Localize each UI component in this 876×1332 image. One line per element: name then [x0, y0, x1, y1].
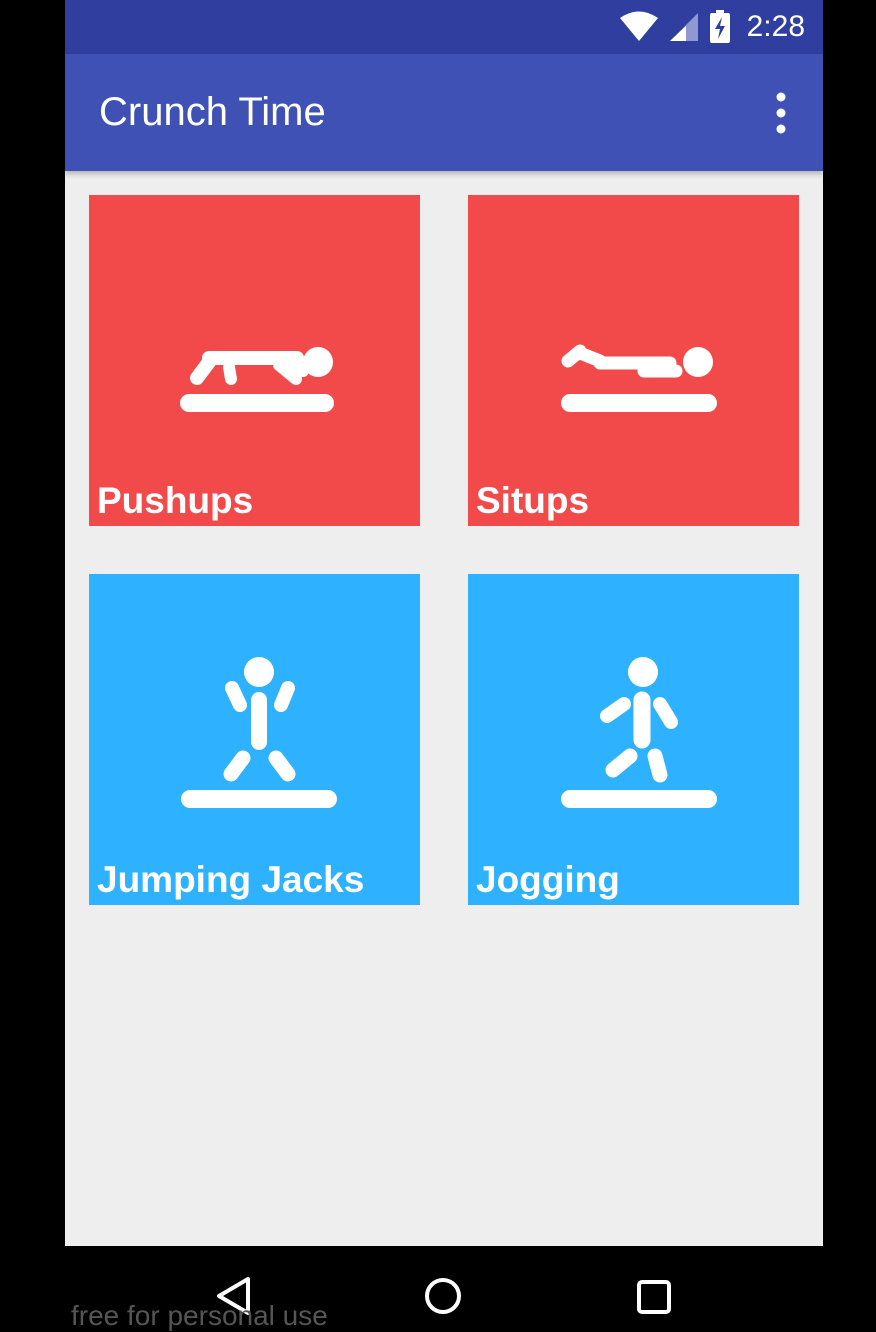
- cell-signal-icon: [669, 13, 698, 41]
- more-vert-icon[interactable]: [771, 90, 791, 136]
- tile-label: Jogging: [476, 859, 620, 900]
- tile-label: Situps: [476, 480, 590, 521]
- watermark-text: free for personal use: [71, 1300, 328, 1331]
- exercise-tile-jumping-jacks[interactable]: Jumping Jacks: [89, 574, 420, 905]
- exercise-tile-jogging[interactable]: Jogging: [468, 574, 799, 905]
- app-screen: 2:28 Crunch Time Pushups Situps Jumping …: [65, 0, 823, 1246]
- app-bar: Crunch Time: [65, 54, 823, 171]
- pushups-icon: [180, 347, 334, 412]
- battery-charging-icon: [709, 10, 730, 43]
- jogging-icon: [561, 657, 717, 808]
- tile-label: Pushups: [97, 480, 254, 521]
- exercise-tile-pushups[interactable]: Pushups: [89, 195, 420, 526]
- status-bar: 2:28: [65, 0, 823, 54]
- home-icon[interactable]: [423, 1276, 463, 1316]
- tile-label: Jumping Jacks: [97, 859, 365, 900]
- jumping-jacks-icon: [181, 657, 337, 808]
- wifi-icon: [619, 11, 658, 41]
- status-time: 2:28: [746, 10, 805, 43]
- app-title: Crunch Time: [99, 90, 326, 134]
- recents-icon[interactable]: [636, 1279, 672, 1315]
- situps-icon: [561, 344, 717, 412]
- exercise-tile-situps[interactable]: Situps: [468, 195, 799, 526]
